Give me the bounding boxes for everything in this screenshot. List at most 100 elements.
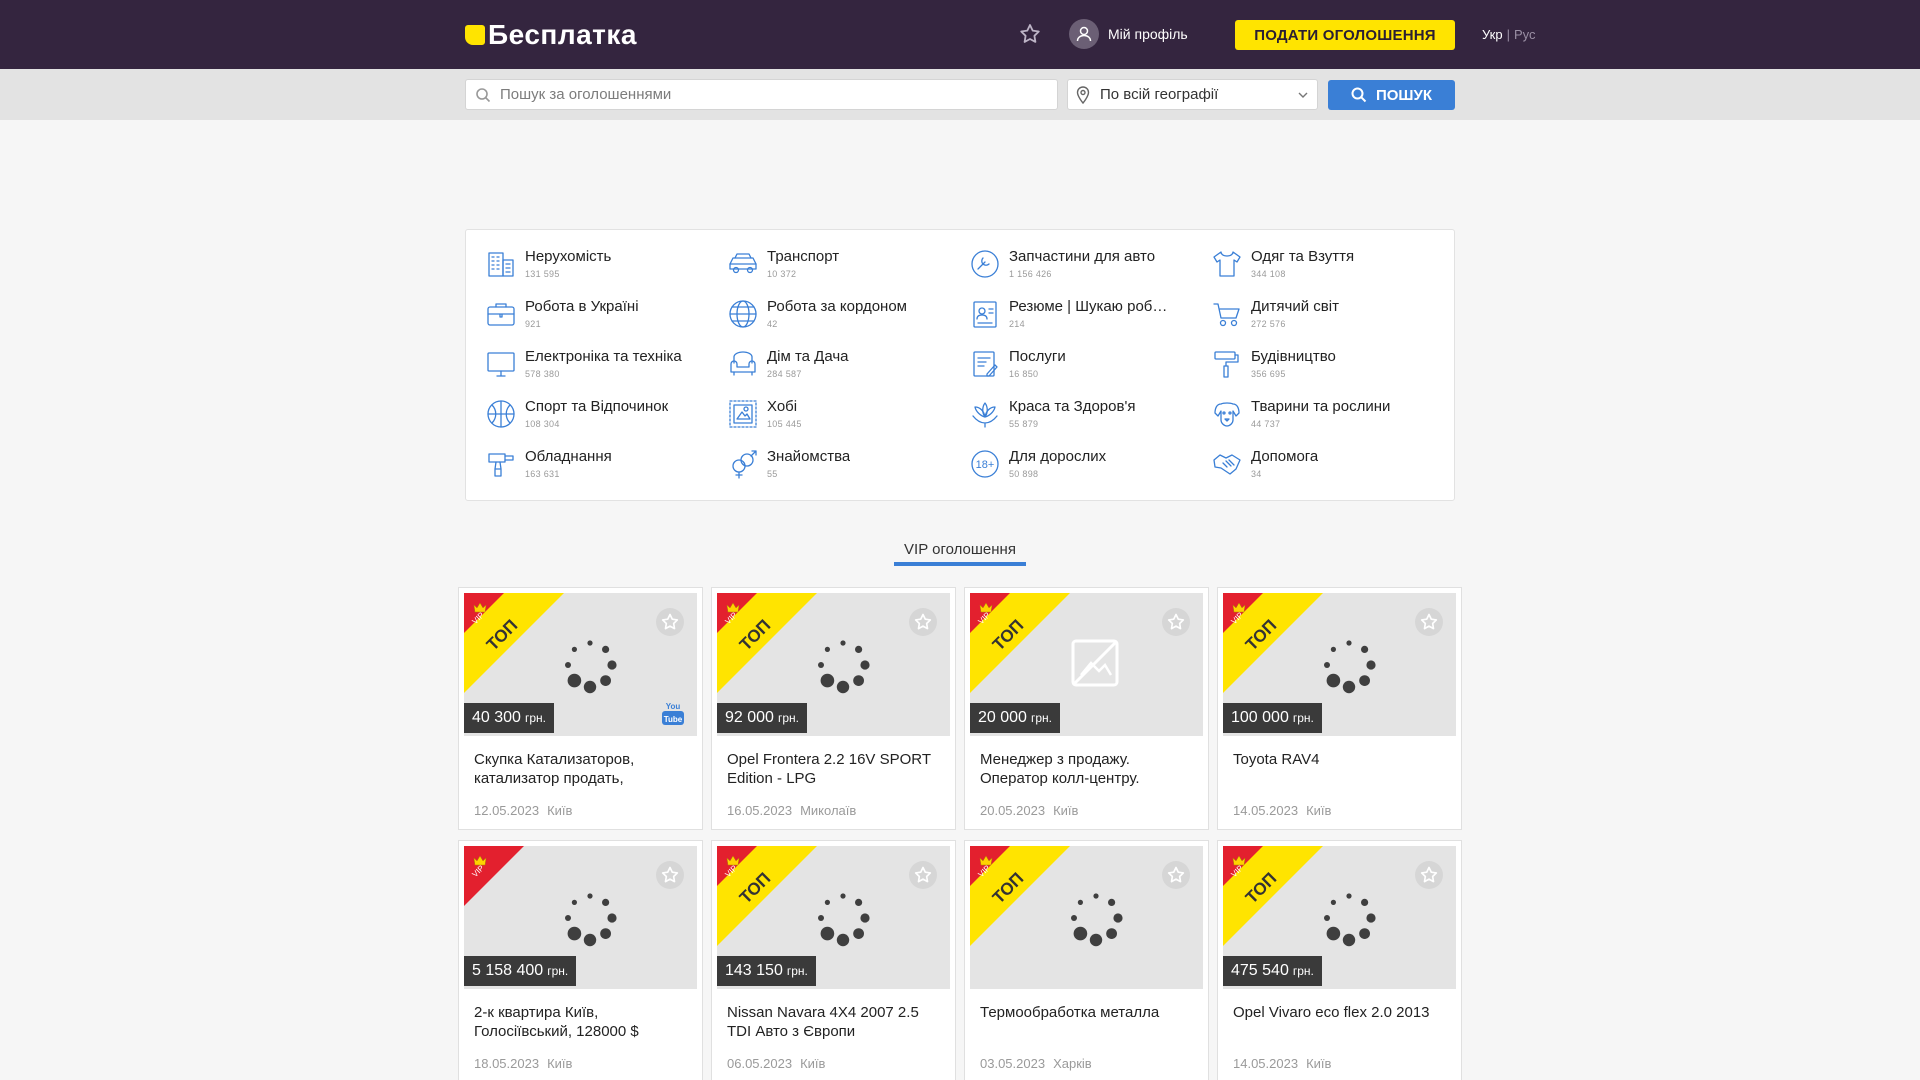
ad-title[interactable]: 2-к квартира Київ, Голосіївський, 128000… [474, 1003, 689, 1041]
category-item[interactable]: Послуги 16 850 [969, 348, 1194, 388]
youtube-icon[interactable]: You Tube [661, 700, 685, 728]
category-count: 108 304 [525, 419, 560, 429]
ad-image[interactable]: VIP 5 158 400 грн. [464, 846, 697, 989]
wrench-icon [969, 248, 1001, 280]
ad-date: 14.05.2023 [1233, 803, 1299, 818]
my-profile-link[interactable]: Мій профіль [1069, 19, 1188, 49]
category-count: 214 [1009, 319, 1025, 329]
category-count: 921 [525, 319, 541, 329]
category-item[interactable]: Одяг та Взуття 344 108 [1211, 248, 1436, 288]
category-title: Обладнання [525, 448, 612, 465]
category-count: 105 445 [767, 419, 802, 429]
category-item[interactable]: Тварини та рослини 44 737 [1211, 398, 1436, 438]
category-count: 284 587 [767, 369, 802, 379]
price-currency: грн. [524, 711, 546, 725]
category-item[interactable]: 18+ Для дорослих 50 898 [969, 448, 1194, 488]
price-currency: грн. [1030, 711, 1052, 725]
price-value: 92 000 [725, 709, 774, 726]
vip-ad-card[interactable]: ТОП VIP Термообработка металла 03.05.2023 Ха… [964, 840, 1209, 1080]
ad-image[interactable]: ТОП VIP 20 000 грн. [970, 593, 1203, 736]
ad-image[interactable]: ТОП VIP 92 000 грн. [717, 593, 950, 736]
category-item[interactable]: Транспорт 10 372 [727, 248, 952, 288]
search-input[interactable] [500, 80, 1050, 109]
shirt-icon [1211, 248, 1243, 280]
category-item[interactable]: Запчастини для авто 1 156 426 [969, 248, 1194, 288]
favorite-star-icon[interactable] [656, 608, 684, 636]
site-logo[interactable]: Бесплатка [465, 19, 637, 51]
ad-date: 12.05.2023 [474, 803, 540, 818]
category-count: 42 [767, 319, 778, 329]
vip-ad-card[interactable]: ТОП VIP 92 000 грн. Opel Frontera 2.2 16V SP… [711, 587, 956, 830]
category-item[interactable]: Робота за кордоном 42 [727, 298, 952, 338]
favorite-star-icon[interactable] [1415, 861, 1443, 889]
vip-ad-card[interactable]: ТОП VIP 40 300 грн. You Tube Скупка Катализато… [458, 587, 703, 830]
loading-spinner-icon [559, 634, 621, 696]
ad-date: 14.05.2023 [1233, 1056, 1299, 1071]
resume-icon [969, 298, 1001, 330]
category-item[interactable]: Резюме | Шукаю роб… 214 [969, 298, 1194, 338]
favorite-star-icon[interactable] [909, 861, 937, 889]
vip-ad-card[interactable]: ТОП VIP 475 540 грн. Opel Vivaro eco flex 2.… [1217, 840, 1462, 1080]
ad-title[interactable]: Nissan Navara 4X4 2007 2.5 TDI Авто з Єв… [727, 1003, 942, 1041]
category-count: 55 [767, 469, 778, 479]
ad-meta: 16.05.2023 Миколаїв [727, 803, 856, 818]
favorite-star-icon[interactable] [656, 861, 684, 889]
category-title: Одяг та Взуття [1251, 248, 1355, 265]
search-button[interactable]: ПОШУК [1328, 80, 1455, 110]
paint-roller-icon [1211, 348, 1243, 380]
category-item[interactable]: Спорт та Відпочинок 108 304 [485, 398, 710, 438]
category-item[interactable]: Допомога 34 [1211, 448, 1436, 488]
car-icon [727, 248, 759, 280]
category-item[interactable]: Краса та Здоров'я 55 879 [969, 398, 1194, 438]
category-count: 356 695 [1251, 369, 1286, 379]
favorite-star-icon[interactable] [1415, 608, 1443, 636]
category-title: Резюме | Шукаю роб… [1009, 298, 1168, 315]
category-item[interactable]: Нерухомість 131 595 [485, 248, 710, 288]
svg-text:You: You [666, 702, 681, 711]
price-value: 40 300 [472, 709, 521, 726]
category-item[interactable]: Дитячий світ 272 576 [1211, 298, 1436, 338]
favorite-star-icon[interactable] [1162, 608, 1190, 636]
ad-meta: 06.05.2023 Київ [727, 1056, 825, 1071]
category-count: 131 595 [525, 269, 560, 279]
ad-title[interactable]: Скупка Катализаторов, катализатор продат… [474, 750, 689, 788]
favorite-star-icon[interactable] [909, 608, 937, 636]
ad-meta: 12.05.2023 Київ [474, 803, 572, 818]
ad-image[interactable]: ТОП VIP 475 540 грн. [1223, 846, 1456, 989]
favorites-star-icon[interactable] [1018, 22, 1042, 46]
category-item[interactable]: Дім та Дача 284 587 [727, 348, 952, 388]
ad-title[interactable]: Opel Frontera 2.2 16V SPORT Edition - LP… [727, 750, 942, 788]
price-value: 100 000 [1231, 709, 1289, 726]
category-item[interactable]: Знайомства 55 [727, 448, 952, 488]
vip-ad-card[interactable]: VIP 5 158 400 грн. 2-к квартира Київ, Голос… [458, 840, 703, 1080]
ad-image[interactable]: ТОП VIP [970, 846, 1203, 989]
category-item[interactable]: Хобі 105 445 [727, 398, 952, 438]
ad-title[interactable]: Термообработка металла [980, 1003, 1195, 1022]
ad-title[interactable]: Opel Vivaro eco flex 2.0 2013 [1233, 1003, 1448, 1022]
category-item[interactable]: Електроніка та техніка 578 380 [485, 348, 710, 388]
vip-ad-card[interactable]: ТОП VIP 20 000 грн. Менеджер з продажу. Опер… [964, 587, 1209, 830]
category-item[interactable]: Робота в Україні 921 [485, 298, 710, 338]
ad-image[interactable]: ТОП VIP 40 300 грн. You Tube [464, 593, 697, 736]
ball-icon [485, 398, 517, 430]
category-item[interactable]: Будівництво 356 695 [1211, 348, 1436, 388]
lang-rus[interactable]: Рус [1514, 27, 1536, 42]
favorite-star-icon[interactable] [1162, 861, 1190, 889]
lang-ukr[interactable]: Укр [1482, 27, 1503, 42]
post-ad-button[interactable]: ПОДАТИ ОГОЛОШЕННЯ [1235, 20, 1455, 50]
ad-city: Київ [547, 1056, 573, 1071]
geography-select[interactable]: По всій географії [1067, 79, 1318, 110]
ad-price: 5 158 400 грн. [464, 956, 577, 986]
loading-spinner-icon [559, 887, 621, 949]
ad-image[interactable]: ТОП VIP 100 000 грн. [1223, 593, 1456, 736]
price-value: 5 158 400 [472, 962, 544, 979]
ad-title[interactable]: Менеджер з продажу. Оператор колл-центру… [980, 750, 1195, 788]
ad-title[interactable]: Toyota RAV4 [1233, 750, 1448, 769]
ad-date: 20.05.2023 [980, 803, 1046, 818]
category-item[interactable]: Обладнання 163 631 [485, 448, 710, 488]
vip-ad-card[interactable]: ТОП VIP 143 150 грн. Nissan Navara 4X4 2007 … [711, 840, 956, 1080]
vip-ad-card[interactable]: ТОП VIP 100 000 грн. Toyota RAV4 14.05.2023 Ки… [1217, 587, 1462, 830]
category-title: Дитячий світ [1251, 298, 1339, 315]
ad-image[interactable]: ТОП VIP 143 150 грн. [717, 846, 950, 989]
vip-section-title[interactable]: VIP оголошення [894, 541, 1026, 558]
